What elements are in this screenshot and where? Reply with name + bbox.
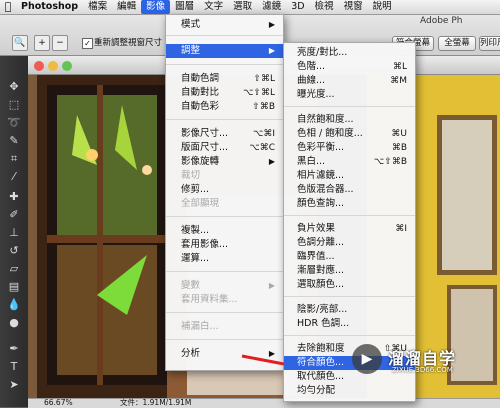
image-menu-item-variables: 變數 ▶ — [181, 280, 275, 291]
adjust-item-hue-saturation[interactable]: 色相 / 飽和度... ⌘U — [284, 127, 415, 141]
adjust-item-shadows-highlights[interactable]: 陰影/亮部... — [284, 303, 415, 317]
eraser-tool-icon[interactable]: ▱ — [5, 260, 23, 278]
menu-layer[interactable]: 圖層 — [170, 0, 199, 14]
clone-stamp-tool-icon[interactable]: ⊥ — [5, 224, 23, 242]
move-tool-icon[interactable]: ✥ — [5, 78, 23, 96]
image-menu-item-crop: 裁切 — [181, 170, 201, 181]
adjust-item-levels[interactable]: 色階... ⌘L — [284, 60, 415, 74]
type-tool-icon[interactable]: T — [5, 358, 23, 376]
menu-select[interactable]: 選取 — [228, 0, 257, 14]
menu-filter[interactable]: 濾鏡 — [257, 0, 286, 14]
file-size-info: 文件：1.91M/1.91M — [120, 398, 192, 407]
lasso-tool-icon[interactable]: ➰ — [5, 114, 23, 132]
menu-separator — [166, 271, 283, 272]
menu-separator — [284, 296, 415, 297]
menu-3d[interactable]: 3D — [286, 0, 309, 14]
menu-type[interactable]: 文字 — [199, 0, 228, 14]
menu-photoshop[interactable]: Photoshop — [16, 0, 83, 14]
watermark-logo-icon: ▶ — [352, 344, 382, 374]
image-menu-item-canvas-size[interactable]: 版面尺寸... ⌥⌘C — [166, 141, 283, 155]
apple-icon[interactable]:  — [0, 0, 16, 14]
adjust-item-photo-filter[interactable]: 相片濾鏡... — [284, 169, 415, 183]
menu-separator — [166, 64, 283, 65]
annotation-arrow — [241, 354, 285, 366]
submenu-arrow-icon: ▶ — [268, 20, 275, 29]
image-menu-item-auto-color[interactable]: 自動色彩 ⇧⌘B — [166, 100, 283, 114]
menu-separator — [166, 339, 283, 340]
crop-tool-icon[interactable]: ⌗ — [5, 150, 23, 168]
menu-file[interactable]: 檔案 — [83, 0, 112, 14]
history-brush-tool-icon[interactable]: ↺ — [5, 242, 23, 260]
window-title: Adobe Ph — [420, 16, 463, 26]
menu-help[interactable]: 說明 — [368, 0, 397, 14]
menu-window[interactable]: 視窗 — [339, 0, 368, 14]
zoom-in-icon[interactable]: + — [34, 35, 50, 51]
image-menu-item-image-size[interactable]: 影像尺寸... ⌥⌘I — [166, 127, 283, 141]
zoom-level[interactable]: 66.67% — [44, 398, 73, 407]
eyedropper-tool-icon[interactable]: ⁄ — [5, 168, 23, 186]
menu-separator — [166, 35, 283, 36]
gradient-tool-icon[interactable]: ▤ — [5, 278, 23, 296]
close-window-icon[interactable] — [34, 61, 44, 71]
adjust-item-equalize[interactable]: 均勻分配 — [284, 384, 415, 398]
image-menu-item-adjustments[interactable]: 調整 ▶ — [166, 44, 283, 58]
print-size-button[interactable]: 列印尺寸 — [479, 36, 500, 51]
image-menu-item-apply-data-set: 套用資料集... — [181, 294, 238, 305]
dodge-tool-icon[interactable]: ● — [5, 314, 23, 332]
adjust-item-selective-color[interactable]: 選取顏色... — [284, 278, 415, 292]
adjust-item-invert[interactable]: 負片效果 ⌘I — [284, 222, 415, 236]
path-selection-tool-icon[interactable]: ➤ — [5, 376, 23, 394]
image-menu-item-trim[interactable]: 修剪... — [166, 183, 283, 197]
adjust-item-brightness-contrast[interactable]: 亮度/對比... — [284, 46, 415, 60]
menu-separator — [284, 215, 415, 216]
quick-select-tool-icon[interactable]: ✎ — [5, 132, 23, 150]
adjust-item-posterize[interactable]: 色調分離... — [284, 236, 415, 250]
brush-tool-icon[interactable]: ✐ — [5, 206, 23, 224]
adjust-item-hdr-toning[interactable]: HDR 色調... — [284, 317, 415, 331]
zoom-window-icon[interactable] — [62, 61, 72, 71]
adjust-item-exposure[interactable]: 曝光度... — [284, 88, 415, 102]
pen-tool-icon[interactable]: ✒ — [5, 340, 23, 358]
blur-tool-icon[interactable]: 💧 — [5, 296, 23, 314]
image-menu: 模式 ▶ 調整 ▶ 自動色調 ⇧⌘L 自動對比 ⌥⇧⌘L 自動色彩 ⇧⌘B 影像尺寸...… — [165, 14, 284, 371]
image-menu-item-mode[interactable]: 模式 ▶ — [166, 18, 283, 32]
fill-screen-button[interactable]: 全螢幕 — [438, 36, 476, 51]
submenu-arrow-icon: ▶ — [268, 281, 275, 290]
image-menu-item-calculations[interactable]: 運算... — [166, 252, 283, 266]
zoom-out-icon[interactable]: − — [52, 35, 68, 51]
image-menu-item-trap: 補漏白... — [181, 321, 219, 332]
adjust-item-threshold[interactable]: 臨界值... — [284, 250, 415, 264]
menu-bar:  Photoshop 檔案 編輯 影像 圖層 文字 選取 濾鏡 3D 檢視 視… — [0, 0, 500, 15]
menu-separator — [166, 119, 283, 120]
resize-windows-label: 重新調整視窗尺寸 — [94, 38, 163, 48]
menu-edit[interactable]: 編輯 — [112, 0, 141, 14]
minimize-window-icon[interactable] — [48, 61, 58, 71]
image-menu-item-auto-tone[interactable]: 自動色調 ⇧⌘L — [166, 72, 283, 86]
adjust-item-black-white[interactable]: 黑白... ⌥⇧⌘B — [284, 155, 415, 169]
marquee-tool-icon[interactable]: ⬚ — [5, 96, 23, 114]
menu-separator — [284, 335, 415, 336]
submenu-arrow-icon: ▶ — [268, 157, 275, 166]
healing-brush-tool-icon[interactable]: ✚ — [5, 188, 23, 206]
watermark-url: ZIXUE.3D66.COM — [392, 366, 453, 374]
image-menu-item-auto-contrast[interactable]: 自動對比 ⌥⇧⌘L — [166, 86, 283, 100]
zoom-tool-preset-icon[interactable]: 🔍 — [12, 35, 28, 51]
image-menu-item-rotation[interactable]: 影像旋轉 ▶ — [166, 155, 283, 169]
menu-separator — [166, 312, 283, 313]
menu-separator — [284, 106, 415, 107]
adjust-item-channel-mixer[interactable]: 色版混合器... — [284, 183, 415, 197]
resize-windows-checkbox[interactable]: ✓ — [82, 38, 93, 49]
adjust-item-color-lookup[interactable]: 顏色查詢... — [284, 197, 415, 211]
adjust-item-curves[interactable]: 曲線... ⌘M — [284, 74, 415, 88]
menu-view[interactable]: 檢視 — [310, 0, 339, 14]
adjust-item-gradient-map[interactable]: 漸層對應... — [284, 264, 415, 278]
adjust-item-vibrance[interactable]: 自然飽和度... — [284, 113, 415, 127]
image-menu-item-duplicate[interactable]: 複製... — [166, 224, 283, 238]
image-menu-item-apply-image[interactable]: 套用影像... — [166, 238, 283, 252]
menu-separator — [166, 216, 283, 217]
menu-image[interactable]: 影像 — [141, 0, 171, 14]
submenu-arrow-icon: ▶ — [268, 46, 275, 55]
adjust-item-color-balance[interactable]: 色彩平衡... ⌘B — [284, 141, 415, 155]
image-menu-item-reveal-all: 全部顯現 — [181, 198, 220, 209]
